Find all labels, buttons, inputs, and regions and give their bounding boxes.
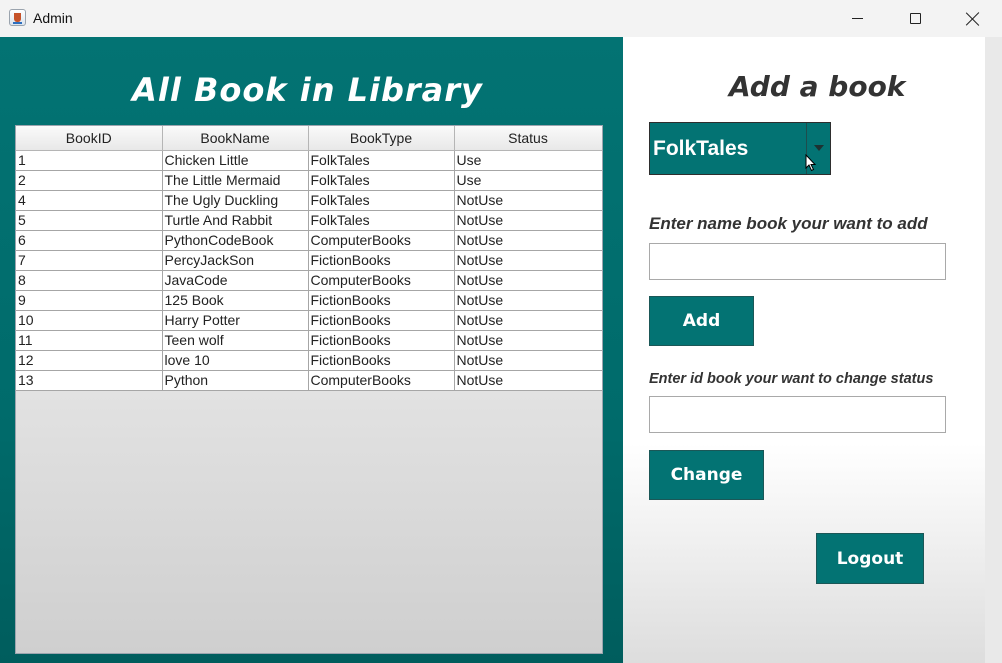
- table-row[interactable]: 2 The Little Mermaid FolkTales Use: [16, 170, 602, 191]
- cell-bookid[interactable]: 5: [16, 210, 163, 231]
- cell-bookid[interactable]: 10: [16, 310, 163, 331]
- cell-booktype[interactable]: ComputerBooks: [308, 270, 455, 291]
- book-type-dropdown[interactable]: FolkTales: [649, 122, 831, 175]
- cell-status[interactable]: NotUse: [454, 190, 602, 211]
- window-right-edge: [985, 37, 1002, 663]
- cell-booktype[interactable]: ComputerBooks: [308, 370, 455, 391]
- window-titlebar: Admin: [0, 0, 1002, 37]
- cell-status[interactable]: NotUse: [454, 330, 602, 351]
- table-row[interactable]: 9 125 Book FictionBooks NotUse: [16, 290, 602, 311]
- library-panel: All Book in Library BookID BookName Book…: [0, 37, 623, 663]
- cell-bookname[interactable]: The Little Mermaid: [162, 170, 309, 191]
- cell-bookid[interactable]: 2: [16, 170, 163, 191]
- cell-bookid[interactable]: 13: [16, 370, 163, 391]
- window-title: Admin: [33, 10, 73, 26]
- book-type-selected: FolkTales: [653, 137, 749, 160]
- book-id-label: Enter id book your want to change status: [649, 371, 934, 387]
- java-cup-icon: [9, 9, 26, 26]
- close-button[interactable]: [944, 0, 1002, 37]
- add-button[interactable]: Add: [649, 296, 754, 346]
- cell-bookid[interactable]: 9: [16, 290, 163, 311]
- logout-button[interactable]: Logout: [816, 533, 924, 584]
- cell-booktype[interactable]: FictionBooks: [308, 330, 455, 351]
- library-title: All Book in Library: [132, 71, 483, 109]
- column-header-booktype[interactable]: BookType: [308, 126, 455, 151]
- cell-status[interactable]: Use: [454, 150, 602, 171]
- cell-bookname[interactable]: love 10: [162, 350, 309, 371]
- cell-bookid[interactable]: 6: [16, 230, 163, 251]
- table-body: 1 Chicken Little FolkTales Use 2 The Little M…: [16, 150, 602, 391]
- cell-bookid[interactable]: 4: [16, 190, 163, 211]
- table-row[interactable]: 7 PercyJackSon FictionBooks NotUse: [16, 250, 602, 271]
- cell-bookname[interactable]: The Ugly Duckling: [162, 190, 309, 211]
- cell-booktype[interactable]: FolkTales: [308, 170, 455, 191]
- book-name-label: Enter name book your want to add: [649, 214, 928, 233]
- cell-bookname[interactable]: PercyJackSon: [162, 250, 309, 271]
- table-row[interactable]: 11 Teen wolf FictionBooks NotUse: [16, 330, 602, 351]
- cell-booktype[interactable]: FictionBooks: [308, 310, 455, 331]
- table-row[interactable]: 8 JavaCode ComputerBooks NotUse: [16, 270, 602, 291]
- minimize-icon: [851, 18, 863, 19]
- cell-bookname[interactable]: Harry Potter: [162, 310, 309, 331]
- cell-bookid[interactable]: 7: [16, 250, 163, 271]
- cell-status[interactable]: NotUse: [454, 250, 602, 271]
- minimize-button[interactable]: [828, 0, 886, 37]
- cell-status[interactable]: NotUse: [454, 230, 602, 251]
- mouse-pointer-icon: [805, 154, 817, 172]
- table-row[interactable]: 1 Chicken Little FolkTales Use: [16, 150, 602, 171]
- cell-bookid[interactable]: 11: [16, 330, 163, 351]
- table-header-row: BookID BookName BookType Status: [16, 126, 602, 151]
- table-row[interactable]: 13 Python ComputerBooks NotUse: [16, 370, 602, 391]
- column-header-bookid[interactable]: BookID: [16, 126, 163, 151]
- column-header-bookname[interactable]: BookName: [162, 126, 309, 151]
- book-name-input[interactable]: [649, 243, 946, 280]
- cell-status[interactable]: NotUse: [454, 210, 602, 231]
- cell-bookid[interactable]: 8: [16, 270, 163, 291]
- close-icon: [966, 12, 980, 26]
- cell-booktype[interactable]: FolkTales: [308, 210, 455, 231]
- cell-status[interactable]: Use: [454, 170, 602, 191]
- table-row[interactable]: 10 Harry Potter FictionBooks NotUse: [16, 310, 602, 331]
- caret-down-icon: [814, 145, 824, 151]
- cell-bookname[interactable]: 125 Book: [162, 290, 309, 311]
- maximize-button[interactable]: [886, 0, 944, 37]
- table-row[interactable]: 6 PythonCodeBook ComputerBooks NotUse: [16, 230, 602, 251]
- cell-bookname[interactable]: JavaCode: [162, 270, 309, 291]
- cell-status[interactable]: NotUse: [454, 370, 602, 391]
- cell-booktype[interactable]: FictionBooks: [308, 350, 455, 371]
- table-row[interactable]: 12 love 10 FictionBooks NotUse: [16, 350, 602, 371]
- change-status-button[interactable]: Change: [649, 450, 764, 500]
- cell-booktype[interactable]: ComputerBooks: [308, 230, 455, 251]
- add-book-panel: Add a book FolkTales Enter name book you…: [623, 37, 1002, 663]
- book-id-input[interactable]: [649, 396, 946, 433]
- cell-status[interactable]: NotUse: [454, 310, 602, 331]
- cell-bookname[interactable]: Teen wolf: [162, 330, 309, 351]
- cell-booktype[interactable]: FictionBooks: [308, 250, 455, 271]
- cell-bookid[interactable]: 1: [16, 150, 163, 171]
- cell-booktype[interactable]: FolkTales: [308, 190, 455, 211]
- book-table[interactable]: BookID BookName BookType Status 1 Chicken…: [16, 126, 602, 391]
- cell-bookname[interactable]: Turtle And Rabbit: [162, 210, 309, 231]
- cell-status[interactable]: NotUse: [454, 290, 602, 311]
- add-book-title: Add a book: [729, 70, 906, 103]
- table-row[interactable]: 5 Turtle And Rabbit FolkTales NotUse: [16, 210, 602, 231]
- cell-booktype[interactable]: FictionBooks: [308, 290, 455, 311]
- cell-bookname[interactable]: Chicken Little: [162, 150, 309, 171]
- maximize-icon: [909, 13, 921, 24]
- column-header-status[interactable]: Status: [454, 126, 602, 151]
- cell-bookname[interactable]: Python: [162, 370, 309, 391]
- book-table-scrollpane[interactable]: BookID BookName BookType Status 1 Chicken…: [15, 125, 603, 654]
- cell-status[interactable]: NotUse: [454, 270, 602, 291]
- cell-bookname[interactable]: PythonCodeBook: [162, 230, 309, 251]
- cell-status[interactable]: NotUse: [454, 350, 602, 371]
- table-row[interactable]: 4 The Ugly Duckling FolkTales NotUse: [16, 190, 602, 211]
- cell-bookid[interactable]: 12: [16, 350, 163, 371]
- cell-booktype[interactable]: FolkTales: [308, 150, 455, 171]
